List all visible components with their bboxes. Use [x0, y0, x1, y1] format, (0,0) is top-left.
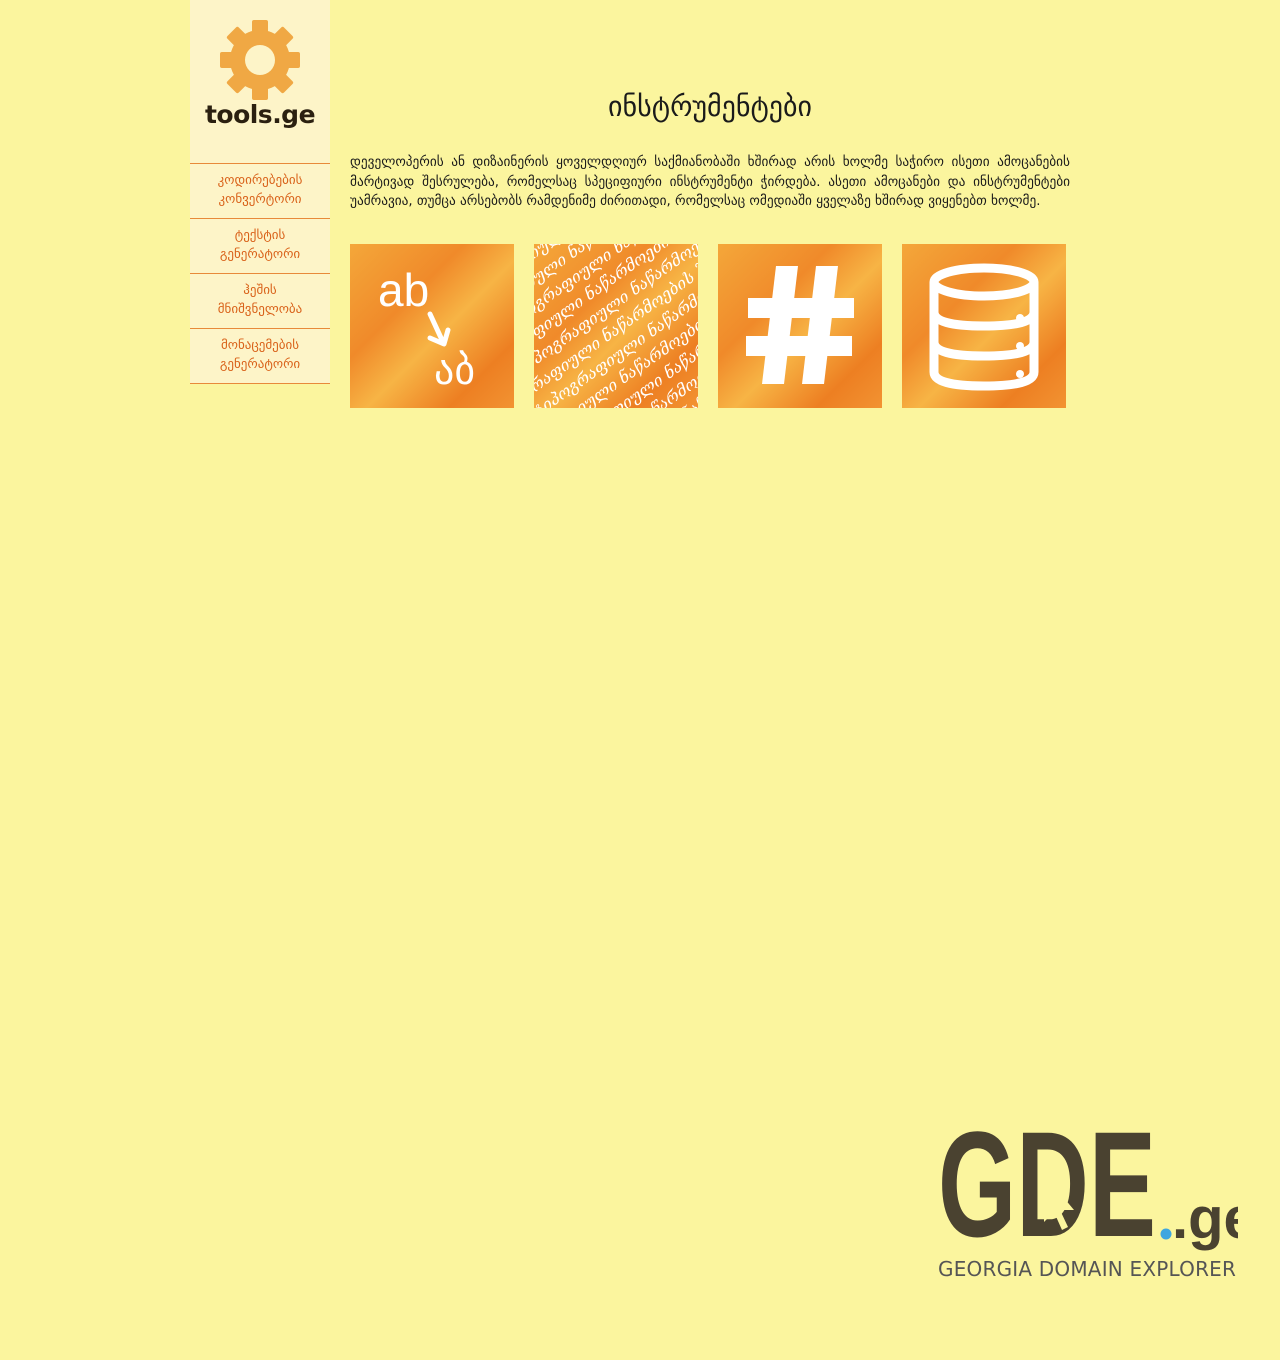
page-title: ინსტრუმენტები — [608, 90, 812, 123]
database-icon — [929, 263, 1039, 391]
sidebar-item-label: მონაცემების — [220, 338, 300, 353]
brand-subtitle: GEORGIA DOMAIN EXPLORER — [938, 1257, 1237, 1281]
intro-paragraph: დეველოპერის ან დიზაინერის ყოველდღიურ საქ… — [350, 155, 1070, 209]
site-logo[interactable]: tools.ge — [190, 0, 330, 163]
sidebar-item-encoding-converter[interactable]: კოდირებების კონვერტორი — [190, 164, 330, 219]
sidebar-item-text-generator[interactable]: ტექსტის გენერატორი — [190, 219, 330, 274]
tile-encoding-converter[interactable]: ab აბ — [350, 244, 514, 408]
sidebar-item-label: გენერატორი — [219, 357, 301, 372]
sidebar-item-label: მნიშვნელობა — [217, 302, 303, 317]
tile-data-generator[interactable] — [902, 244, 1066, 408]
encoding-convert-icon: ab აბ — [378, 264, 475, 394]
sidebar-item-label: ჰეშის — [243, 283, 277, 298]
tile-hash-value[interactable] — [718, 244, 882, 408]
tile-ab-text: ab — [378, 264, 429, 316]
hash-icon — [746, 266, 854, 384]
sidebar-item-label: ტექსტის — [234, 228, 286, 243]
text-generator-icon: ის ტიპოგრაფიული ნაწარმოების შემქმნელებს,… — [534, 244, 698, 408]
sidebar-item-label: გენერატორი — [219, 247, 301, 262]
gde-brand-logo[interactable]: GDE .ge GEORGIA DOMAIN EXPLORER — [938, 1100, 1256, 1286]
sidebar-item-label: კოდირებების — [217, 173, 303, 188]
gear-icon — [220, 20, 300, 100]
tile-georgian-text: აბ — [434, 348, 475, 394]
sidebar-nav: კოდირებების კონვერტორი ტექსტის გენერატორ… — [190, 163, 330, 384]
sidebar-item-hash-value[interactable]: ჰეშის მნიშვნელობა — [190, 274, 330, 329]
logo-text: tools.ge — [204, 100, 316, 129]
gde-logo-icon: GDE .ge — [938, 1100, 1256, 1268]
sidebar: tools.ge კოდირებების კონვერტორი ტექსტის … — [190, 0, 330, 384]
sidebar-item-data-generator[interactable]: მონაცემების გენერატორი — [190, 329, 330, 384]
tile-text-generator[interactable]: ის ტიპოგრაფიული ნაწარმოების შემქმნელებს,… — [534, 244, 698, 408]
sidebar-item-label: კონვერტორი — [218, 192, 302, 207]
brand-suffix: .ge — [1172, 1186, 1238, 1251]
brand-dot — [1160, 1228, 1172, 1240]
